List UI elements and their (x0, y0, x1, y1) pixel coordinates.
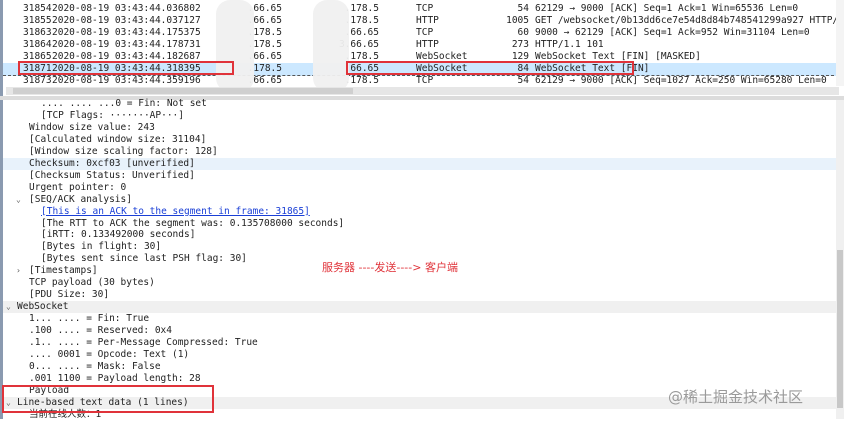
packet-info: GET /websocket/0b13dd6ce7e54d8d84b748541… (535, 15, 844, 26)
detail-text: [The RTT to ACK the segment was: 0.13570… (41, 217, 345, 229)
packet-proto: TCP (416, 3, 434, 14)
detail-text: .100 .... = Reserved: 0x4 (29, 325, 172, 337)
packet-list: 31873 2020-08-19 03:43:44.359196.66.65.17… (0, 0, 844, 96)
horizontal-scrollbar-thumb[interactable] (13, 88, 353, 94)
packet-row[interactable]: 31854 2020-08-19 03:43:44.036802.66.65.17… (3, 3, 839, 15)
detail-text: Urgent pointer: 0 (29, 181, 127, 193)
detail-row[interactable]: [Window size scaling factor: 128] (3, 146, 836, 158)
detail-text: [Checksum Status: Unverified] (29, 169, 195, 181)
packet-time: 2020-08-19 03:43:44.178731 (52, 39, 201, 50)
packet-info: 9000 → 62129 [ACK] Seq=1 Ack=952 Win=311… (535, 27, 810, 38)
detail-text: WebSocket (17, 301, 69, 313)
expand-icon[interactable]: › (16, 265, 21, 277)
detail-text: Window size value: 243 (29, 121, 155, 133)
detail-row[interactable]: .001 1100 = Payload length: 28 (3, 373, 836, 385)
detail-text: .1.. .... = Per-Message Compressed: True (29, 337, 258, 348)
detail-row[interactable]: 0... .... = Mask: False (3, 361, 836, 373)
detail-text: 1... .... = Fin: True (29, 313, 150, 325)
highlight-box-time (18, 61, 234, 75)
detail-text: TCP payload (30 bytes) (29, 277, 155, 289)
packet-time: 2020-08-19 03:43:44.036802 (52, 3, 201, 14)
detail-text: .... 0001 = Opcode: Text (1) (29, 348, 190, 360)
packet-no: 31864 (23, 39, 52, 50)
packet-row[interactable]: 31855 2020-08-19 03:43:44.037127.66.65.17… (3, 15, 844, 27)
packet-len: 54 (517, 75, 529, 86)
frame-link[interactable]: [This is an ACK to the segment in frame:… (41, 206, 310, 218)
packet-proto: TCP (416, 75, 434, 86)
detail-text: Checksum: 0xcf03 [unverified] (29, 157, 195, 169)
detail-row[interactable]: [Bytes in flight: 30] (3, 241, 836, 253)
detail-row[interactable]: [iRTT: 0.133492000 seconds] (3, 229, 836, 241)
packet-no: 31863 (23, 27, 52, 38)
packet-row[interactable]: 31864 2020-08-19 03:43:44.178731.178.5 3.6… (3, 39, 839, 51)
packet-time: 2020-08-19 03:43:44.359196 (52, 75, 201, 86)
packet-len: 273 (511, 39, 529, 50)
packet-row[interactable]: 31873 2020-08-19 03:43:44.359196.66.65.17… (3, 75, 839, 87)
detail-text: 0... .... = Mask: False (29, 360, 161, 372)
packet-time: 2020-08-19 03:43:44.175375 (52, 27, 201, 38)
detail-text: [iRTT: 0.133492000 seconds] (41, 229, 196, 241)
detail-row[interactable]: .... .... ...0 = Fin: Not set (3, 98, 836, 110)
detail-row[interactable]: TCP payload (30 bytes) (3, 277, 836, 289)
detail-text: [TCP Flags: ·······AP···] (41, 109, 184, 121)
detail-row[interactable]: [TCP Flags: ·······AP···] (3, 110, 836, 122)
packet-no: 31855 (23, 15, 52, 26)
detail-row[interactable]: Urgent pointer: 0 (3, 182, 836, 194)
detail-row[interactable]: [The RTT to ACK the segment was: 0.13570… (3, 218, 836, 230)
detail-text: [Bytes sent since last PSH flag: 30] (41, 253, 247, 265)
detail-row[interactable]: ⌄ [SEQ/ACK analysis] (3, 194, 836, 206)
collapse-icon[interactable]: ⌄ (16, 194, 21, 206)
blur-mask (313, 0, 349, 92)
detail-row[interactable]: Window size value: 243 (3, 122, 836, 134)
packet-len: 54 (517, 3, 529, 14)
packet-len: 1005 (506, 15, 529, 26)
detail-row[interactable]: [PDU Size: 30] (3, 289, 836, 301)
packet-time: 2020-08-19 03:43:44.037127 (52, 15, 201, 26)
packet-proto: HTTP (416, 15, 439, 26)
highlight-box-text-data (2, 385, 214, 413)
packet-dst: .178.5 (344, 75, 379, 86)
detail-text: .001 1100 = Payload length: 28 (29, 372, 201, 384)
collapse-icon[interactable]: ⌄ (6, 301, 11, 313)
detail-row[interactable]: .... 0001 = Opcode: Text (1) (3, 349, 836, 361)
detail-row[interactable]: .100 .... = Reserved: 0x4 (3, 325, 836, 337)
packet-no: 31873 (23, 75, 52, 86)
detail-text: [Calculated window size: 31104] (29, 133, 207, 145)
packet-proto: HTTP (416, 39, 439, 50)
detail-row[interactable]: [Checksum Status: Unverified] (3, 170, 836, 182)
details-scrollbar-thumb[interactable] (837, 250, 843, 408)
packet-dst: .178.5 (344, 3, 379, 14)
packet-info: 62129 → 9000 [ACK] Seq=1 Ack=1 Win=65536… (535, 3, 799, 14)
detail-row[interactable]: 1... .... = Fin: True (3, 313, 836, 325)
detail-text: .... .... ...0 = Fin: Not set (41, 98, 207, 109)
packet-info: 62129 → 9000 [ACK] Seq=1027 Ack=250 Win=… (535, 75, 827, 86)
watermark: @稀土掘金技术社区 (668, 388, 804, 406)
packet-info: HTTP/1.1 101 (535, 39, 604, 50)
packet-dst: .66.65 (344, 27, 379, 38)
detail-row[interactable]: [Calculated window size: 31104] (3, 134, 836, 146)
protocol-section[interactable]: ⌄ WebSocket (3, 301, 836, 314)
detail-row[interactable]: [This is an ACK to the segment in frame:… (3, 206, 836, 218)
packet-row[interactable]: 31863 2020-08-19 03:43:44.175375.178.5.66… (3, 27, 839, 39)
detail-text: [SEQ/ACK analysis] (29, 193, 132, 205)
packet-no: 31854 (23, 3, 52, 14)
packet-dst: .178.5 (344, 15, 379, 26)
packet-proto: TCP (416, 27, 434, 38)
detail-row[interactable]: Checksum: 0xcf03 [unverified] (3, 157, 836, 170)
annotation-label: 服务器 ----发送----> 客户端 (322, 261, 458, 274)
detail-text: [Bytes in flight: 30] (41, 241, 162, 253)
detail-text: [PDU Size: 30] (29, 289, 110, 301)
detail-row[interactable]: .1.. .... = Per-Message Compressed: True (3, 337, 836, 349)
highlight-box-info (346, 61, 634, 75)
blur-mask (216, 0, 254, 92)
detail-text: [Timestamps] (29, 265, 98, 277)
packet-len: 60 (517, 27, 529, 38)
detail-text: [Window size scaling factor: 128] (29, 145, 218, 157)
packet-list-scrollbar[interactable] (836, 0, 844, 86)
